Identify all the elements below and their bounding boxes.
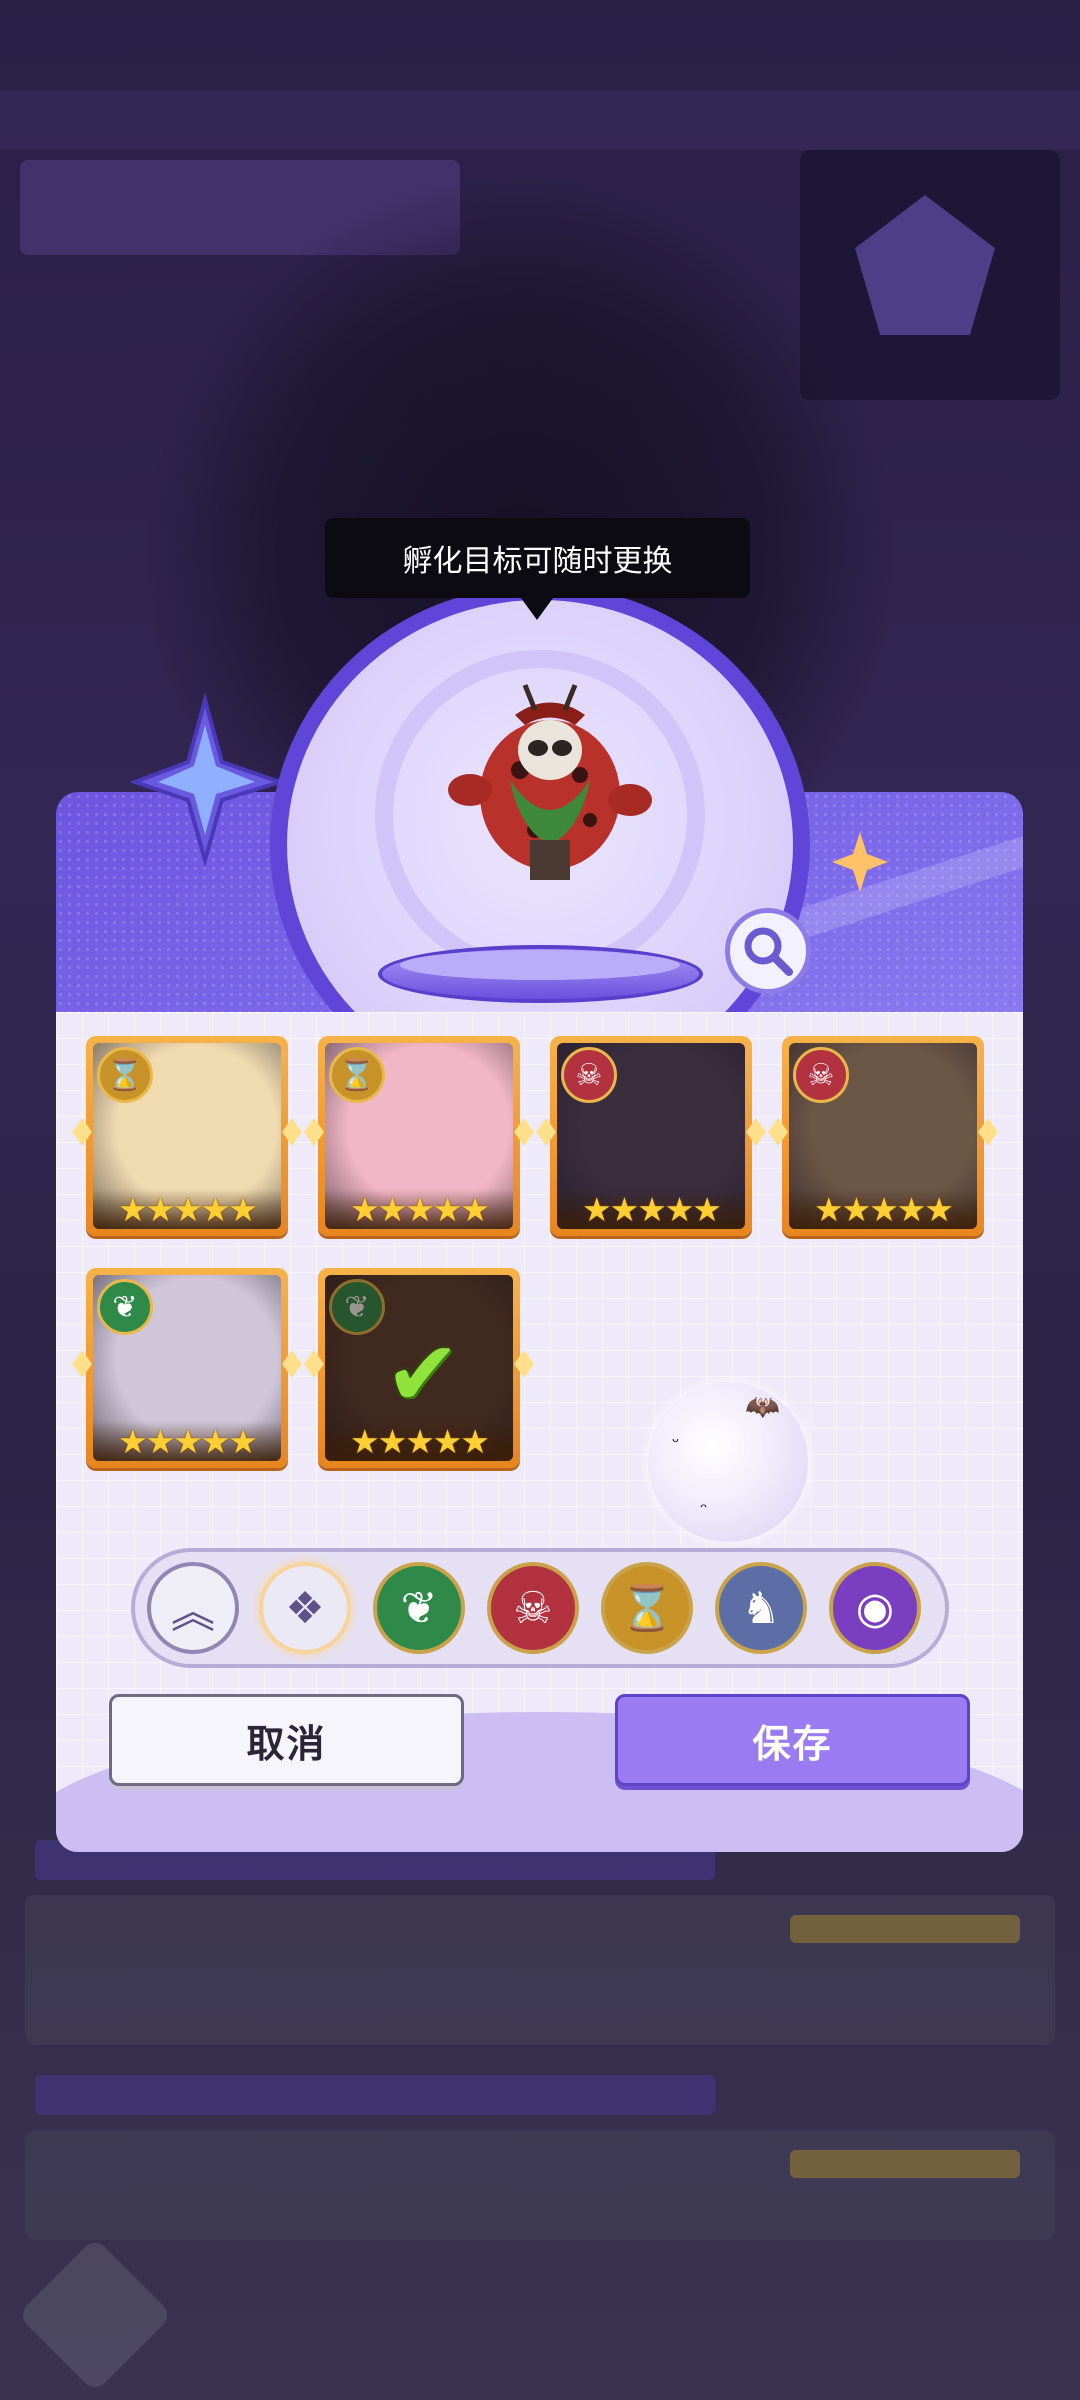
bat-icon: 🦇 — [745, 1390, 780, 1423]
star-rating: ★★★★★ — [325, 1189, 513, 1229]
empty-egg-bubble — [648, 1382, 808, 1542]
bat-small-icon: ᵔ — [700, 1500, 708, 1521]
background-topbar — [0, 90, 1080, 150]
star-rating: ★★★★★ — [93, 1421, 281, 1461]
star-rating: ★★★★★ — [789, 1189, 977, 1229]
background-gold-bar — [790, 2150, 1020, 2178]
sparkle-star-small-icon — [832, 832, 888, 892]
save-label: 保存 — [752, 1721, 833, 1766]
hero-card[interactable]: ☠ ★★★★★ — [536, 1036, 766, 1236]
filter-all-icon[interactable]: ❖ — [259, 1562, 351, 1654]
hero-card[interactable]: ☠ ★★★★★ — [768, 1036, 998, 1236]
tooltip-text: 孵化目标可随时更换 — [402, 544, 673, 579]
background-row — [25, 2130, 1055, 2240]
pedestal-top — [400, 950, 680, 980]
filter-sort-icon[interactable]: ︽ — [147, 1562, 239, 1654]
star-rating: ★★★★★ — [557, 1189, 745, 1229]
hero-portrait: ❦ ★★★★★ — [93, 1275, 281, 1461]
tooltip: 孵化目标可随时更换 — [325, 518, 750, 620]
hourglass-faction-icon: ⌛ — [329, 1047, 385, 1103]
filter-hourglass-icon[interactable]: ⌛ — [601, 1562, 693, 1654]
hatch-target-pet — [448, 684, 652, 880]
magnifier-icon[interactable] — [725, 908, 811, 994]
hero-portrait: ⌛ ★★★★★ — [93, 1043, 281, 1229]
star-rating: ★★★★★ — [325, 1421, 513, 1461]
star-rating: ★★★★★ — [93, 1189, 281, 1229]
sparkle-star-icon — [130, 692, 287, 868]
cancel-button[interactable]: 取消 — [109, 1694, 464, 1786]
hero-card[interactable]: ❦ ★★★★★ — [72, 1268, 302, 1468]
hourglass-faction-icon: ⌛ — [97, 1047, 153, 1103]
filter-eye-icon[interactable]: ◉ — [829, 1562, 921, 1654]
hero-portrait: ☠ ★★★★★ — [789, 1043, 977, 1229]
demon-faction-icon: ☠ — [793, 1047, 849, 1103]
hero-portrait: ☠ ★★★★★ — [557, 1043, 745, 1229]
hero-card[interactable]: ⌛ ★★★★★ — [304, 1036, 534, 1236]
filter-dragon-icon[interactable]: ♞ — [715, 1562, 807, 1654]
filter-demon-icon[interactable]: ☠ — [487, 1562, 579, 1654]
background-row-header — [35, 2075, 715, 2115]
background-gold-bar — [790, 1915, 1020, 1943]
save-button[interactable]: 保存 — [615, 1694, 970, 1786]
cancel-label: 取消 — [246, 1721, 327, 1766]
checkmark-icon: ✔ — [385, 1322, 461, 1427]
hero-portrait: ❦ ✔ ★★★★★ — [325, 1275, 513, 1461]
hero-card[interactable]: ⌛ ★★★★★ — [72, 1036, 302, 1236]
magnifier-glyph — [744, 927, 793, 976]
background-corner-icon — [17, 2237, 173, 2393]
forest-faction-icon: ❦ — [97, 1279, 153, 1335]
filter-forest-icon[interactable]: ❦ — [373, 1562, 465, 1654]
hero-portrait: ⌛ ★★★★★ — [325, 1043, 513, 1229]
demon-faction-icon: ☠ — [561, 1047, 617, 1103]
bat-small-icon: ᵕ — [672, 1432, 680, 1453]
hero-card[interactable]: ❦ ✔ ★★★★★ — [304, 1268, 534, 1468]
